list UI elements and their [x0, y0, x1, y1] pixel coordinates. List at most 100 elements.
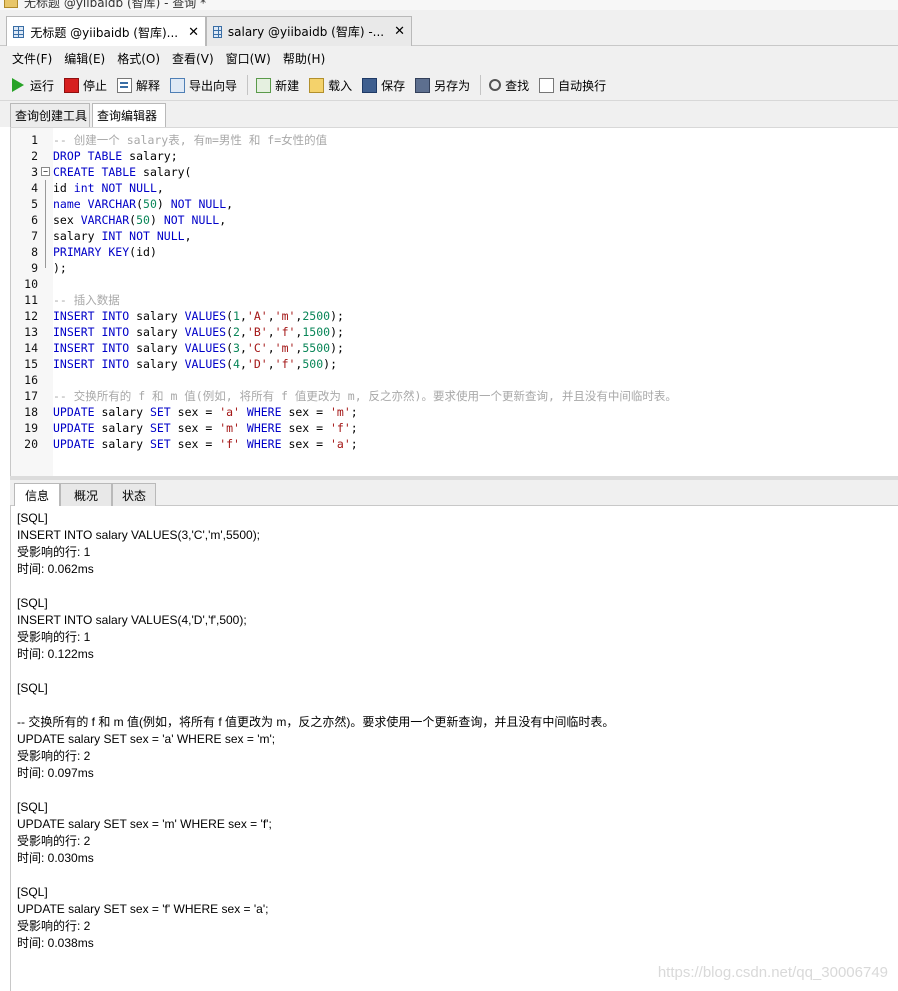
code-line: 20 UPDATE salary SET sex = 'f' WHERE sex … — [11, 436, 897, 452]
code-token: UPDATE — [53, 421, 95, 435]
code-token: , — [226, 197, 234, 211]
save-as-button[interactable]: 另存为 — [415, 77, 470, 94]
info-line: 受影响的行: 2 — [17, 834, 91, 848]
find-button[interactable]: 查找 — [489, 77, 529, 94]
tab-query-editor[interactable]: 查询编辑器 — [92, 103, 166, 127]
doc-tab-salary[interactable]: salary @yiibaidb (智库) -... ✕ — [206, 16, 412, 46]
code-token: ); — [323, 357, 337, 371]
info-line: INSERT INTO salary VALUES(3,'C','m',5500… — [17, 528, 261, 542]
code-text: salary INT NOT NULL, — [53, 228, 192, 244]
tab-label: 查询编辑器 — [97, 109, 158, 123]
doc-tab-label: salary @yiibaidb (智库) -... — [227, 25, 385, 39]
code-token: sex = — [170, 437, 220, 451]
info-line: 受影响的行: 1 — [17, 545, 91, 559]
menu-edit[interactable]: 编辑(E) — [64, 50, 105, 67]
info-line: UPDATE salary SET sex = 'm' WHERE sex = … — [17, 817, 272, 831]
word-wrap-button[interactable]: 自动换行 — [539, 77, 606, 94]
code-token: VALUES — [184, 309, 227, 323]
line-number: 9 — [31, 261, 38, 275]
info-line: [SQL] — [17, 596, 48, 610]
code-token: salary — [129, 309, 185, 323]
save-label: 保存 — [381, 78, 406, 93]
code-token: ); — [330, 325, 344, 339]
code-token: , — [239, 325, 247, 339]
code-token: ( — [226, 309, 234, 323]
tab-info[interactable]: 信息 — [14, 483, 60, 507]
code-token: name VARCHAR — [53, 197, 137, 211]
stop-button[interactable]: 停止 — [64, 77, 107, 94]
sql-editor[interactable]: 1 -- 创建一个 salary表, 有m=男性 和 f=女性的值 2 DROP TA… — [10, 127, 898, 476]
code-text: CREATE TABLE salary( — [53, 164, 191, 180]
code-token: SET — [149, 405, 171, 419]
code-token: PRIMARY KEY — [53, 245, 130, 259]
code-text: PRIMARY KEY(id) — [53, 244, 157, 260]
doc-tab-query[interactable]: 无标题 @yiibaidb (智库)... ✕ — [6, 16, 206, 47]
load-button[interactable]: 载入 — [309, 77, 352, 94]
editor-mode-tabs: 查询创建工具 查询编辑器 — [0, 101, 898, 127]
fold-toggle-icon[interactable]: − — [41, 167, 50, 176]
code-token: id — [53, 181, 74, 195]
tab-query-builder[interactable]: 查询创建工具 — [10, 103, 90, 127]
code-text: UPDATE salary SET sex = 'f' WHERE sex = … — [53, 436, 358, 452]
code-token: , — [239, 309, 247, 323]
menu-format[interactable]: 格式(O) — [117, 50, 160, 67]
info-line: [SQL] — [17, 511, 48, 525]
run-button[interactable]: 运行 — [12, 77, 54, 94]
code-token: , — [219, 213, 227, 227]
code-token: sex = — [281, 437, 330, 451]
line-number: 13 — [24, 325, 38, 339]
tab-label: 状态 — [121, 488, 146, 503]
code-token: , — [267, 309, 275, 323]
info-line: 时间: 0.030ms — [17, 851, 94, 865]
menu-window[interactable]: 窗口(W) — [226, 50, 271, 67]
code-token: , — [267, 357, 275, 371]
save-button[interactable]: 保存 — [362, 77, 405, 94]
line-number: 15 — [24, 357, 38, 371]
code-token: VALUES — [184, 325, 227, 339]
tab-status[interactable]: 状态 — [112, 483, 156, 506]
code-line: 19 UPDATE salary SET sex = 'm' WHERE sex … — [11, 420, 897, 436]
line-number: 10 — [24, 277, 38, 291]
info-line: -- 交换所有的 f 和 m 值(例如，将所有 f 值更改为 m，反之亦然)。要… — [17, 715, 615, 729]
menu-file[interactable]: 文件(F) — [12, 50, 52, 67]
run-label: 运行 — [30, 78, 55, 93]
code-text: INSERT INTO salary VALUES(4,'D','f',500)… — [53, 356, 337, 372]
menu-view[interactable]: 查看(V) — [172, 50, 214, 67]
code-text: -- 创建一个 salary表, 有m=男性 和 f=女性的值 — [53, 132, 327, 148]
menu-bar: 文件(F) 编辑(E) 格式(O) 查看(V) 窗口(W) 帮助(H) — [0, 46, 898, 70]
code-token: sex = — [281, 405, 330, 419]
tab-label: 查询创建工具 — [15, 109, 88, 123]
code-text: -- 插入数据 — [53, 292, 120, 308]
line-number: 5 — [31, 197, 38, 211]
new-icon — [256, 77, 272, 93]
explain-label: 解释 — [136, 78, 161, 93]
code-token: salary — [94, 405, 150, 419]
code-token: ; — [350, 437, 358, 451]
save-as-label: 另存为 — [434, 78, 471, 93]
find-label: 查找 — [505, 78, 530, 93]
code-token: 'm' — [274, 341, 296, 355]
code-token: 3 — [233, 341, 240, 355]
code-text: INSERT INTO salary VALUES(3,'C','m',5500… — [53, 340, 344, 356]
code-token: 5500 — [302, 341, 331, 355]
tab-profile[interactable]: 概况 — [60, 483, 112, 506]
close-icon[interactable]: ✕ — [188, 25, 199, 40]
info-message-panel[interactable]: [SQL] INSERT INTO salary VALUES(3,'C','m'… — [10, 506, 898, 991]
menu-help[interactable]: 帮助(H) — [283, 50, 325, 67]
close-icon[interactable]: ✕ — [394, 24, 405, 39]
code-token: WHERE — [246, 437, 282, 451]
table-grid-icon — [213, 25, 222, 38]
code-line: 4 id int NOT NULL, — [11, 180, 897, 196]
code-token: ) — [149, 213, 164, 227]
code-token: sex = — [170, 405, 220, 419]
export-wizard-button[interactable]: 导出向导 — [170, 77, 237, 94]
code-text: DROP TABLE salary; — [53, 148, 178, 164]
new-button[interactable]: 新建 — [256, 77, 299, 94]
code-token: -- 创建一个 salary表, 有m=男性 和 f=女性的值 — [53, 133, 328, 147]
explain-button[interactable]: 解释 — [117, 77, 160, 94]
code-token: 'f' — [274, 357, 296, 371]
code-token: sex = — [170, 421, 220, 435]
line-number: 19 — [24, 421, 38, 435]
info-line: 时间: 0.062ms — [17, 562, 94, 576]
code-line: 13 INSERT INTO salary VALUES(2,'B','f',15… — [11, 324, 897, 340]
